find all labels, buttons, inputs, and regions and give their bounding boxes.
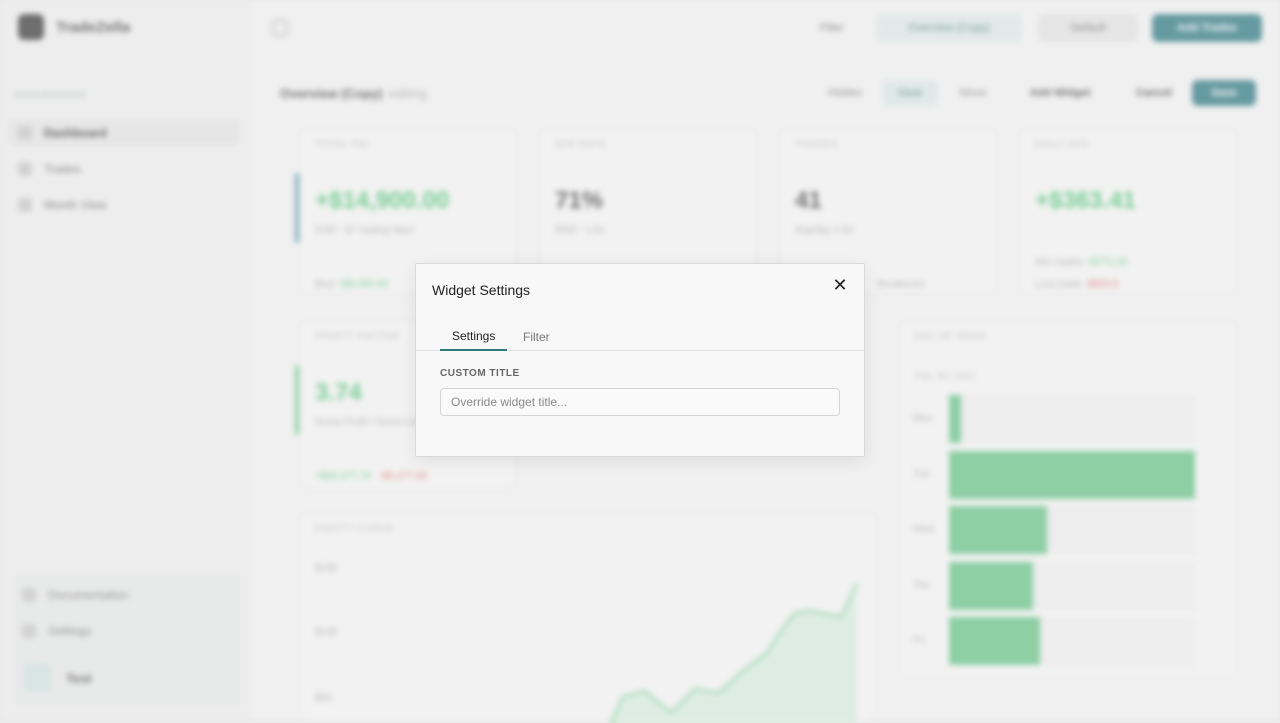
custom-title-label: Custom Title [440, 368, 520, 379]
close-icon[interactable]: ✕ [830, 276, 850, 296]
tab-filter[interactable]: Filter [511, 324, 562, 351]
modal-tabs: Settings Filter [416, 318, 864, 351]
custom-title-input[interactable] [440, 388, 840, 416]
widget-settings-modal: Widget Settings ✕ Settings Filter Custom… [415, 263, 865, 457]
tab-settings[interactable]: Settings [440, 324, 508, 351]
modal-title: Widget Settings [432, 282, 531, 298]
